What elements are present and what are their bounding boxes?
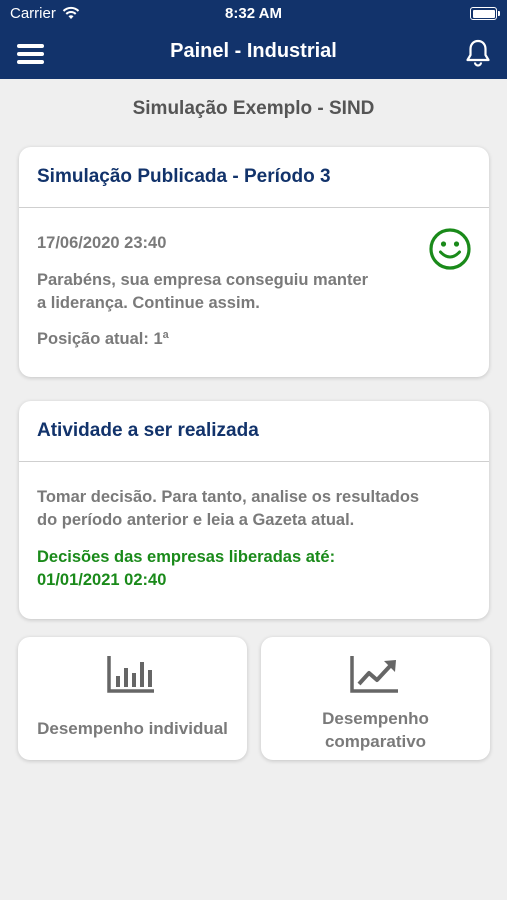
- published-datetime: 17/06/2020 23:40: [37, 234, 167, 252]
- published-simulation-card[interactable]: Simulação Publicada - Período 3 17/06/20…: [19, 147, 489, 377]
- activity-card[interactable]: Atividade a ser realizada Tomar decisão.…: [19, 401, 489, 619]
- deadline-line1: Decisões das empresas liberadas até:: [37, 548, 336, 566]
- navbar: Painel - Industrial: [0, 28, 507, 79]
- published-card-header: Simulação Publicada - Período 3: [19, 147, 489, 208]
- activity-instruction-line1: Tomar decisão. Para tanto, analise os re…: [37, 488, 420, 506]
- activity-instruction-line2: do período anterior e leia a Gazeta atua…: [37, 511, 355, 529]
- trend-chart-icon: [350, 656, 398, 693]
- bar-chart-icon: [107, 656, 154, 693]
- bell-icon[interactable]: [465, 39, 491, 67]
- individual-performance-label: Desempenho individual: [37, 719, 228, 738]
- published-message-line2: a liderança. Continue assim.: [37, 294, 260, 312]
- simulation-title: Simulação Exemplo - SIND: [132, 98, 375, 119]
- page-title-nav: Painel - Industrial: [170, 40, 337, 62]
- smiley-icon: [429, 228, 471, 270]
- comparative-performance-button[interactable]: Desempenho comparativo: [261, 637, 490, 760]
- deadline-line2: 01/01/2021 02:40: [37, 571, 167, 589]
- status-bar: Carrier 8:32 AM: [0, 0, 507, 28]
- comparative-performance-label-line1: Desempenho: [322, 709, 429, 728]
- comparative-performance-label-line2: comparativo: [324, 732, 427, 751]
- published-message-line1: Parabéns, sua empresa conseguiu manter: [37, 271, 369, 289]
- top-bar: Carrier 8:32 AM Painel - Industrial: [0, 0, 507, 79]
- battery-icon: [470, 7, 500, 20]
- activity-card-header: Atividade a ser realizada: [19, 401, 489, 462]
- clock: 8:32 AM: [225, 5, 282, 22]
- individual-performance-button[interactable]: Desempenho individual: [18, 637, 247, 760]
- current-position: Posição atual: 1ª: [37, 330, 169, 348]
